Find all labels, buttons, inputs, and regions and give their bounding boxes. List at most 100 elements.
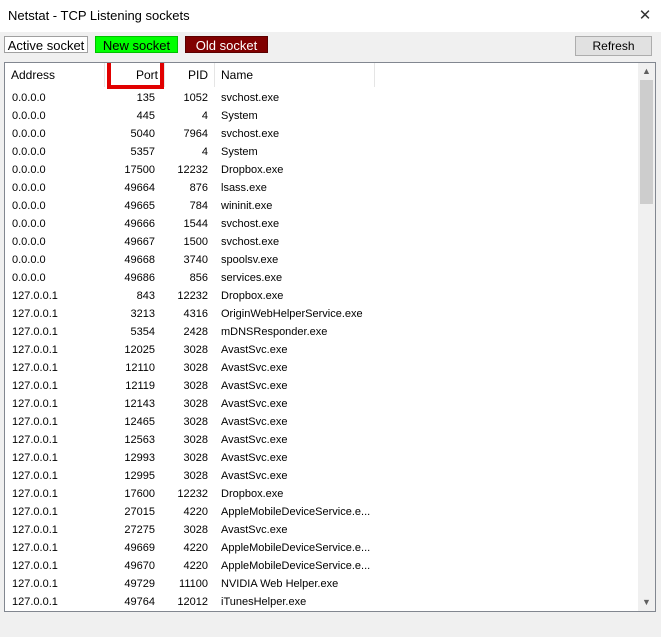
cell-port: 135 — [136, 92, 155, 104]
cell-address: 127.0.0.1 — [12, 470, 58, 482]
table-row[interactable]: 127.0.0.1 12110 3028 AvastSvc.exe — [5, 359, 637, 377]
cell-name: iTunesHelper.exe — [221, 596, 307, 608]
list-header: Address Port PID Name — [5, 63, 637, 89]
table-row[interactable]: 127.0.0.1 49670 4220 AppleMobileDeviceServi… — [5, 557, 637, 575]
table-row[interactable]: 0.0.0.0 17500 12232 Dropbox.exe — [5, 161, 637, 179]
column-header-address[interactable]: Address — [5, 63, 105, 87]
cell-address: 0.0.0.0 — [12, 92, 46, 104]
cell-pid: 1052 — [183, 92, 208, 104]
table-row[interactable]: 127.0.0.1 12993 3028 AvastSvc.exe — [5, 449, 637, 467]
cell-pid: 3028 — [183, 344, 208, 356]
cell-port: 12025 — [124, 344, 155, 356]
cell-port: 49670 — [124, 560, 155, 572]
vertical-scrollbar[interactable]: ▲ ▼ — [638, 63, 655, 611]
table-row[interactable]: 127.0.0.1 12465 3028 AvastSvc.exe — [5, 413, 637, 431]
cell-pid: 4220 — [183, 506, 208, 518]
cell-name: spoolsv.exe — [221, 254, 279, 266]
cell-name: System — [221, 110, 258, 122]
table-row[interactable]: 0.0.0.0 49668 3740 spoolsv.exe — [5, 251, 637, 269]
table-row[interactable]: 127.0.0.1 12119 3028 AvastSvc.exe — [5, 377, 637, 395]
scrollbar-thumb[interactable] — [640, 80, 653, 204]
table-row[interactable]: 127.0.0.1 12143 3028 AvastSvc.exe — [5, 395, 637, 413]
list-rows: 0.0.0.0 135 1052 svchost.exe 0.0.0.0 445 4 Syst… — [5, 89, 637, 611]
socket-list[interactable]: Address Port PID Name 0.0.0.0 135 1052 svch… — [4, 62, 656, 612]
cell-port: 445 — [136, 110, 155, 122]
chevron-down-icon[interactable]: ▼ — [638, 594, 655, 611]
table-row[interactable]: 127.0.0.1 12995 3028 AvastSvc.exe — [5, 467, 637, 485]
cell-pid: 3028 — [183, 470, 208, 482]
cell-pid: 876 — [189, 182, 208, 194]
column-header-port[interactable]: Port — [105, 63, 165, 87]
table-row[interactable]: 127.0.0.1 5354 2428 mDNSResponder.exe — [5, 323, 637, 341]
table-row[interactable]: 0.0.0.0 445 4 System — [5, 107, 637, 125]
cell-port: 17500 — [124, 164, 155, 176]
cell-port: 12995 — [124, 470, 155, 482]
cell-address: 127.0.0.1 — [12, 398, 58, 410]
cell-address: 127.0.0.1 — [12, 488, 58, 500]
cell-name: AppleMobileDeviceService.e... — [221, 506, 371, 518]
cell-name: Dropbox.exe — [221, 290, 284, 302]
table-row[interactable]: 0.0.0.0 5040 7964 svchost.exe — [5, 125, 637, 143]
cell-pid: 12232 — [177, 164, 208, 176]
cell-address: 127.0.0.1 — [12, 308, 58, 320]
table-row[interactable]: 0.0.0.0 49686 856 services.exe — [5, 269, 637, 287]
cell-name: NVIDIA Web Helper.exe — [221, 578, 339, 590]
close-icon[interactable]: ✕ — [637, 8, 653, 24]
table-row[interactable]: 127.0.0.1 49729 11100 NVIDIA Web Helper.exe — [5, 575, 637, 593]
table-row[interactable]: 0.0.0.0 49664 876 lsass.exe — [5, 179, 637, 197]
cell-address: 127.0.0.1 — [12, 290, 58, 302]
table-row[interactable]: 127.0.0.1 17600 12232 Dropbox.exe — [5, 485, 637, 503]
cell-address: 127.0.0.1 — [12, 380, 58, 392]
cell-name: AppleMobileDeviceService.e... — [221, 560, 371, 572]
cell-port: 12563 — [124, 434, 155, 446]
cell-name: AvastSvc.exe — [221, 434, 288, 446]
cell-pid: 2428 — [183, 326, 208, 338]
table-row[interactable]: 0.0.0.0 135 1052 svchost.exe — [5, 89, 637, 107]
cell-address: 127.0.0.1 — [12, 326, 58, 338]
cell-name: svchost.exe — [221, 236, 280, 248]
cell-pid: 3740 — [183, 254, 208, 266]
column-header-pid[interactable]: PID — [165, 63, 215, 87]
cell-name: AvastSvc.exe — [221, 416, 288, 428]
table-row[interactable]: 127.0.0.1 3213 4316 OriginWebHelperService.… — [5, 305, 637, 323]
cell-port: 3213 — [130, 308, 155, 320]
column-header-name[interactable]: Name — [215, 63, 375, 87]
chevron-up-icon[interactable]: ▲ — [638, 63, 655, 80]
cell-port: 12993 — [124, 452, 155, 464]
table-row[interactable]: 127.0.0.1 27015 4220 AppleMobileDeviceServi… — [5, 503, 637, 521]
refresh-button[interactable]: Refresh — [575, 36, 652, 56]
cell-port: 843 — [136, 290, 155, 302]
cell-name: Dropbox.exe — [221, 488, 284, 500]
cell-name: AvastSvc.exe — [221, 524, 288, 536]
cell-address: 127.0.0.1 — [12, 542, 58, 554]
cell-address: 127.0.0.1 — [12, 344, 58, 356]
cell-name: mDNSResponder.exe — [221, 326, 328, 338]
table-row[interactable]: 127.0.0.1 843 12232 Dropbox.exe — [5, 287, 637, 305]
cell-address: 0.0.0.0 — [12, 236, 46, 248]
table-row[interactable]: 0.0.0.0 5357 4 System — [5, 143, 637, 161]
cell-address: 127.0.0.1 — [12, 560, 58, 572]
cell-address: 0.0.0.0 — [12, 200, 46, 212]
table-row[interactable]: 127.0.0.1 27275 3028 AvastSvc.exe — [5, 521, 637, 539]
table-row[interactable]: 0.0.0.0 49667 1500 svchost.exe — [5, 233, 637, 251]
cell-pid: 3028 — [183, 524, 208, 536]
cell-pid: 4220 — [183, 560, 208, 572]
cell-name: AvastSvc.exe — [221, 344, 288, 356]
cell-name: svchost.exe — [221, 218, 280, 230]
table-row[interactable]: 127.0.0.1 12025 3028 AvastSvc.exe — [5, 341, 637, 359]
table-row[interactable]: 127.0.0.1 12563 3028 AvastSvc.exe — [5, 431, 637, 449]
cell-pid: 12012 — [177, 596, 208, 608]
table-row[interactable]: 0.0.0.0 49666 1544 svchost.exe — [5, 215, 637, 233]
cell-name: AvastSvc.exe — [221, 380, 288, 392]
cell-pid: 4316 — [183, 308, 208, 320]
cell-address: 0.0.0.0 — [12, 110, 46, 122]
cell-pid: 4 — [201, 146, 208, 158]
table-row[interactable]: 127.0.0.1 49669 4220 AppleMobileDeviceServi… — [5, 539, 637, 557]
cell-name: AvastSvc.exe — [221, 362, 288, 374]
legend-old-socket: Old socket — [185, 36, 268, 53]
cell-port: 49664 — [124, 182, 155, 194]
cell-name: AvastSvc.exe — [221, 470, 288, 482]
table-row[interactable]: 0.0.0.0 49665 784 wininit.exe — [5, 197, 637, 215]
table-row[interactable]: 127.0.0.1 49764 12012 iTunesHelper.exe — [5, 593, 637, 611]
cell-address: 0.0.0.0 — [12, 128, 46, 140]
